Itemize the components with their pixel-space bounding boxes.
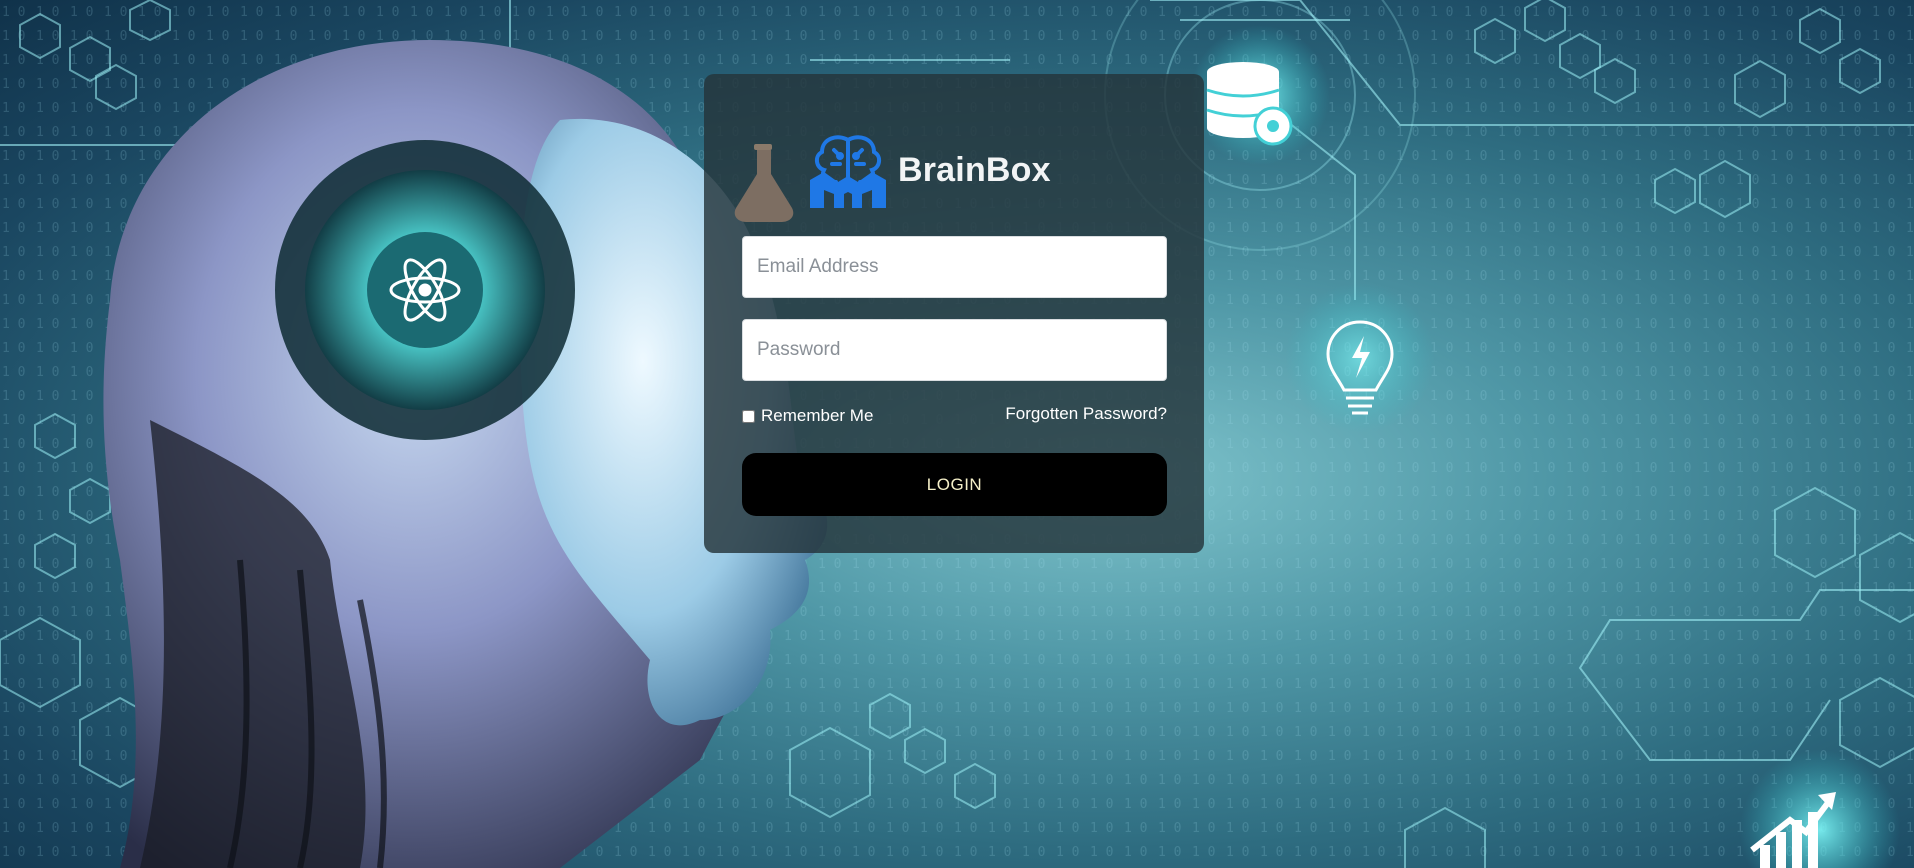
brand: BrainBox (808, 130, 1051, 210)
login-button[interactable]: LOGIN (742, 453, 1167, 516)
flask-icon (734, 144, 794, 222)
remember-me[interactable]: Remember Me (742, 406, 873, 426)
remember-me-label: Remember Me (761, 406, 874, 425)
forgot-password-link[interactable]: Forgotten Password? (1005, 404, 1167, 424)
lightbulb-icon (1285, 283, 1435, 433)
remember-me-checkbox[interactable] (742, 409, 755, 423)
brain-circuit-logo-icon (810, 135, 886, 208)
database-gear-icon (1190, 25, 1330, 165)
password-field[interactable] (742, 319, 1167, 381)
email-field[interactable] (742, 236, 1167, 298)
login-card: BrainBox Remember Me Forgotten Password?… (704, 74, 1204, 553)
brand-name: BrainBox (898, 150, 1051, 189)
login-page: 1 0 (0, 0, 1914, 868)
